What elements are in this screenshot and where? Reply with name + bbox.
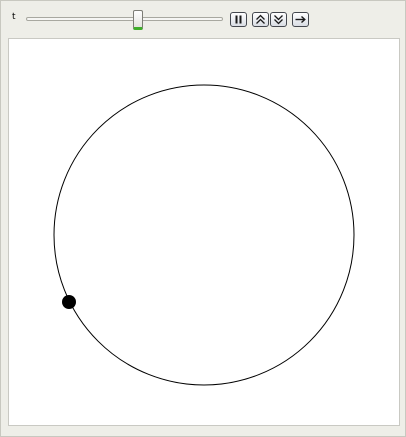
direction-button[interactable] bbox=[292, 12, 309, 27]
plot-area bbox=[8, 38, 400, 426]
manipulate-panel: t bbox=[0, 0, 406, 437]
slower-button[interactable] bbox=[270, 12, 287, 27]
pause-button[interactable] bbox=[230, 12, 247, 27]
plot-canvas bbox=[53, 84, 355, 386]
pause-icon bbox=[235, 15, 242, 24]
double-chevron-down-icon bbox=[274, 15, 283, 25]
circle-curve bbox=[53, 84, 355, 386]
slider-thumb[interactable] bbox=[132, 10, 143, 30]
moving-point bbox=[62, 295, 76, 309]
parameter-slider[interactable] bbox=[26, 17, 223, 21]
right-arrow-icon bbox=[295, 15, 306, 24]
faster-button[interactable] bbox=[252, 12, 269, 27]
animation-controls: t bbox=[1, 1, 405, 37]
parameter-label: t bbox=[12, 12, 16, 22]
double-chevron-up-icon bbox=[256, 14, 265, 24]
